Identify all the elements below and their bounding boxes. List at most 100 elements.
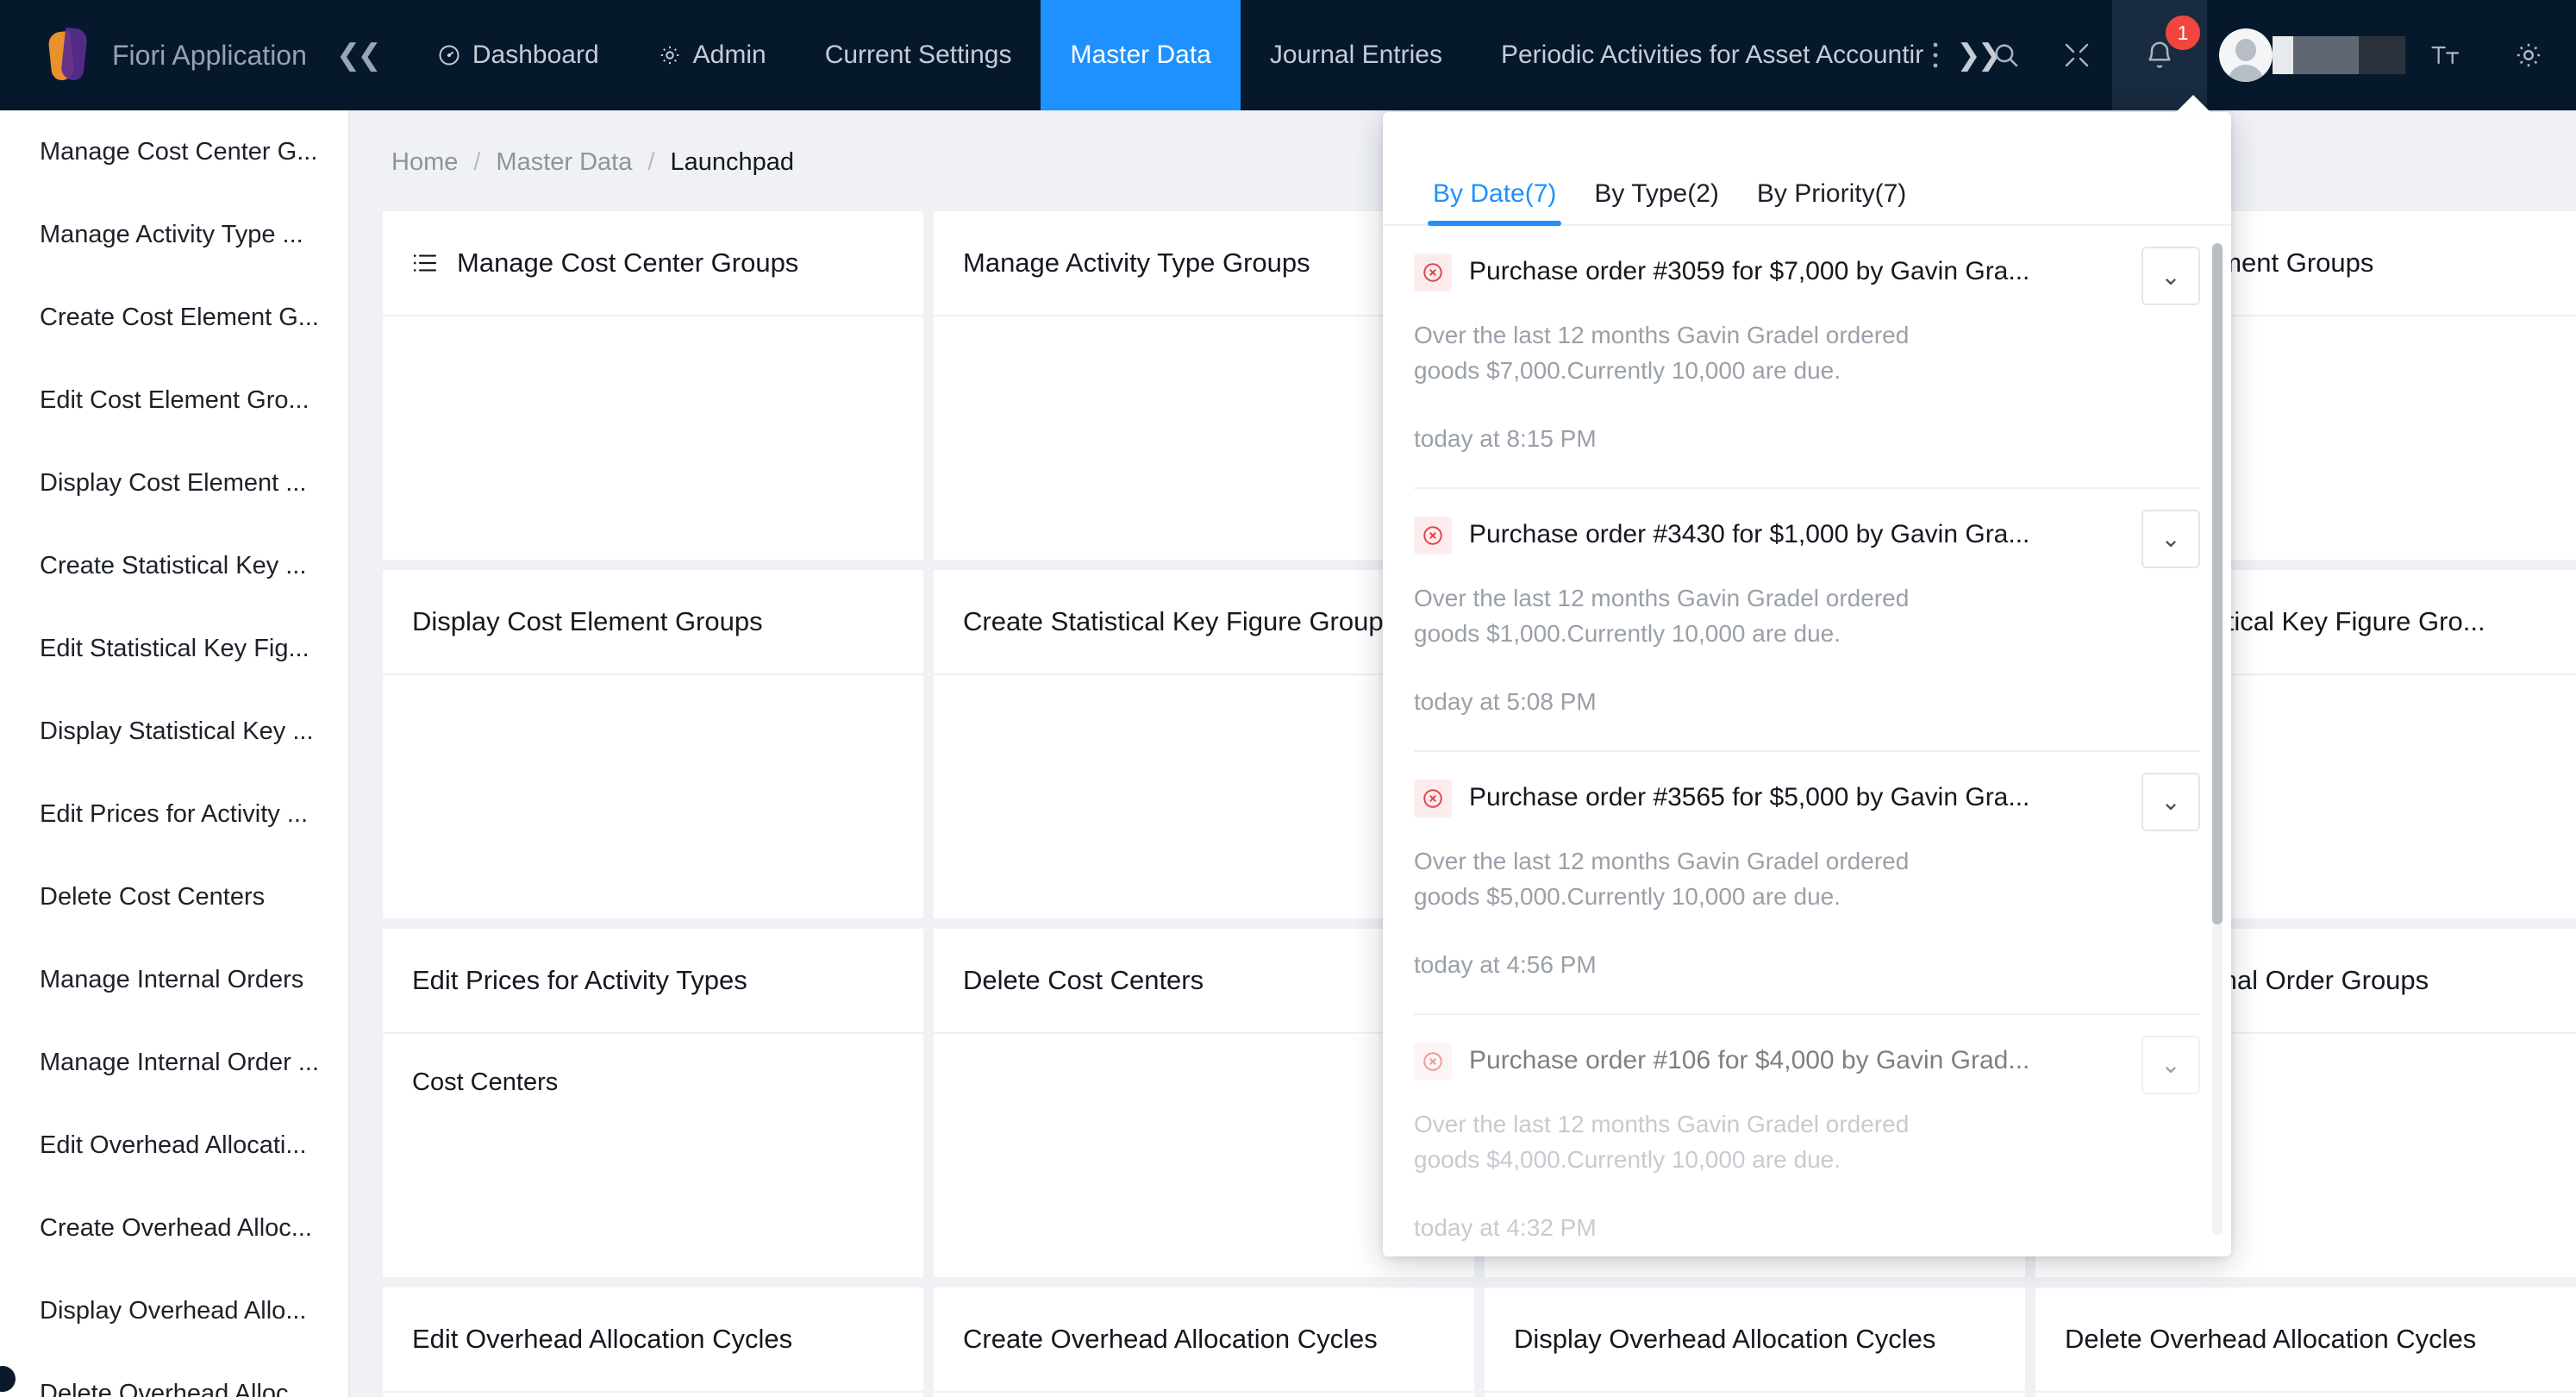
- sidebar-item-5[interactable]: Create Statistical Key ...: [0, 524, 348, 607]
- notification-item[interactable]: Purchase order #3430 for $1,000 by Gavin…: [1414, 489, 2200, 752]
- notification-item[interactable]: Purchase order #3565 for $5,000 by Gavin…: [1414, 752, 2200, 1015]
- nav-item-label: Periodic Activities for Asset Accountir: [1500, 41, 1924, 69]
- notifications-popover: By Date(7) By Type(2) By Priority(7) Pur…: [1383, 112, 2231, 1256]
- tile-display-overhead-allocation-cycles[interactable]: Display Overhead Allocation Cycles: [1485, 1287, 2025, 1397]
- tile-create-overhead-allocation-cycles[interactable]: Create Overhead Allocation Cycles: [934, 1287, 1474, 1397]
- tab-by-priority[interactable]: By Priority(7): [1738, 179, 1925, 224]
- breadcrumb-separator: /: [473, 148, 481, 176]
- tile-title: Manage Activity Type Groups: [963, 247, 1310, 278]
- tile-title: Edit Prices for Activity Types: [412, 965, 747, 995]
- chevron-down-icon[interactable]: ⌄: [2141, 1035, 2200, 1094]
- nav-item-master-data[interactable]: Master Data: [1041, 0, 1241, 110]
- tile-title: Edit Overhead Allocation Cycles: [412, 1324, 793, 1354]
- tab-by-date[interactable]: By Date(7): [1414, 179, 1575, 226]
- notification-title: Purchase order #3430 for $1,000 by Gavin…: [1469, 519, 2030, 548]
- nav-item-admin[interactable]: Admin: [628, 0, 796, 110]
- notification-title: Purchase order #3059 for $7,000 by Gavin…: [1469, 257, 2030, 285]
- tile-display-cost-element-groups[interactable]: Display Cost Element Groups: [383, 570, 923, 918]
- tile-title: Delete Cost Centers: [963, 965, 1204, 995]
- sidebar-item-12[interactable]: Edit Overhead Allocati...: [0, 1104, 348, 1187]
- breadcrumb-item-launchpad: Launchpad: [670, 148, 794, 176]
- notification-count-badge: 1: [2166, 16, 2200, 50]
- error-circle-x-icon: [1414, 516, 1452, 554]
- nav-item-periodic-activities[interactable]: Periodic Activities for Asset Accountir: [1472, 0, 1953, 110]
- tile-header: Create Overhead Allocation Cycles: [934, 1287, 1474, 1393]
- chevron-down-icon[interactable]: ⌄: [2141, 509, 2200, 568]
- tile-body: [383, 675, 923, 918]
- error-circle-x-icon: [1414, 779, 1452, 818]
- sidebar-item-2[interactable]: Create Cost Element G...: [0, 276, 348, 359]
- notification-header: Purchase order #3430 for $1,000 by Gavin…: [1414, 509, 2200, 568]
- gear-icon: [658, 43, 682, 67]
- popover-scrollbar-thumb[interactable]: [2212, 243, 2223, 924]
- nav-item-label: Journal Entries: [1269, 41, 1442, 69]
- sidebar-item-11[interactable]: Manage Internal Order ...: [0, 1021, 348, 1104]
- sidebar-item-4[interactable]: Display Cost Element ...: [0, 442, 348, 524]
- top-right-actions: 1: [1900, 0, 2576, 110]
- notification-title: Purchase order #3565 for $5,000 by Gavin…: [1469, 782, 2030, 811]
- sidebar-item-14[interactable]: Display Overhead Allo...: [0, 1269, 348, 1352]
- sidebar-item-0[interactable]: Manage Cost Center G...: [0, 110, 348, 193]
- notification-header: Purchase order #3059 for $7,000 by Gavin…: [1414, 247, 2200, 305]
- tile-header: Display Cost Element Groups: [383, 570, 923, 675]
- redacted-username-block: [2359, 36, 2405, 74]
- main-nav: Dashboard Admin Current Settings Master …: [408, 0, 2002, 110]
- tab-by-type[interactable]: By Type(2): [1575, 179, 1738, 224]
- chevron-down-icon[interactable]: ⌄: [2141, 772, 2200, 831]
- sidebar-item-7[interactable]: Display Statistical Key ...: [0, 690, 348, 773]
- notification-item[interactable]: Purchase order #3059 for $7,000 by Gavin…: [1414, 226, 2200, 489]
- brand-area[interactable]: Fiori Application: [0, 0, 307, 110]
- sidebar-item-8[interactable]: Edit Prices for Activity ...: [0, 773, 348, 855]
- notification-timestamp: today at 4:32 PM: [1414, 1213, 1597, 1241]
- popover-arrow: [2174, 95, 2212, 114]
- notification-timestamp: today at 5:08 PM: [1414, 687, 1597, 715]
- breadcrumb-item-home[interactable]: Home: [391, 148, 458, 177]
- nav-item-label: Admin: [692, 41, 766, 69]
- nav-item-label: Dashboard: [472, 41, 599, 69]
- notification-item[interactable]: Purchase order #106 for $4,000 by Gavin …: [1414, 1015, 2200, 1256]
- sidebar[interactable]: Manage Cost Center G... Manage Activity …: [0, 110, 348, 1397]
- sidebar-item-9[interactable]: Delete Cost Centers: [0, 855, 348, 938]
- error-circle-x-icon: [1414, 1042, 1452, 1081]
- user-profile-button[interactable]: [2207, 0, 2410, 110]
- sidebar-item-1[interactable]: Manage Activity Type ...: [0, 193, 348, 276]
- collapse-sidebar-icon[interactable]: ❮❮: [307, 0, 408, 110]
- search-icon[interactable]: [1971, 0, 2041, 110]
- more-options-icon[interactable]: [1900, 0, 1971, 110]
- settings-gear-icon[interactable]: [2481, 0, 2576, 110]
- app-logo-icon: [47, 27, 91, 82]
- nav-item-label: Master Data: [1070, 41, 1211, 69]
- notification-header: Purchase order #106 for $4,000 by Gavin …: [1414, 1035, 2200, 1094]
- tile-body: [1485, 1393, 2025, 1397]
- notification-body: Over the last 12 months Gavin Gradel ord…: [1414, 322, 1910, 385]
- text-size-icon[interactable]: [2410, 0, 2481, 110]
- notification-title: Purchase order #106 for $4,000 by Gavin …: [1469, 1045, 2030, 1074]
- tile-header: Edit Prices for Activity Types: [383, 929, 923, 1034]
- breadcrumb-item-master-data[interactable]: Master Data: [496, 148, 632, 177]
- notification-body: Over the last 12 months Gavin Gradel ord…: [1414, 1110, 1910, 1174]
- sidebar-item-13[interactable]: Create Overhead Alloc...: [0, 1187, 348, 1269]
- tile-title: Display Cost Element Groups: [412, 606, 763, 636]
- tile-delete-overhead-allocation-cycles[interactable]: Delete Overhead Allocation Cycles: [2035, 1287, 2576, 1397]
- tile-manage-cost-center-groups[interactable]: Manage Cost Center Groups: [383, 211, 923, 560]
- tile-edit-overhead-allocation-cycles[interactable]: Edit Overhead Allocation Cycles: [383, 1287, 923, 1397]
- tile-edit-prices-for-activity-types[interactable]: Edit Prices for Activity Types Cost Cent…: [383, 929, 923, 1277]
- notification-body: Over the last 12 months Gavin Gradel ord…: [1414, 847, 1910, 911]
- nav-item-journal-entries[interactable]: Journal Entries: [1241, 0, 1472, 110]
- notification-tabs: By Date(7) By Type(2) By Priority(7): [1383, 112, 2231, 226]
- tile-title: Create Overhead Allocation Cycles: [963, 1324, 1378, 1354]
- nav-item-current-settings[interactable]: Current Settings: [796, 0, 1041, 110]
- chevron-down-icon[interactable]: ⌄: [2141, 247, 2200, 305]
- sidebar-item-6[interactable]: Edit Statistical Key Fig...: [0, 607, 348, 690]
- sidebar-item-15[interactable]: Delete Overhead Alloc...: [0, 1352, 348, 1397]
- tile-subitem-cost-centers[interactable]: Cost Centers: [412, 1068, 894, 1097]
- nav-item-dashboard[interactable]: Dashboard: [408, 0, 628, 110]
- popover-scrollbar-track[interactable]: [2212, 243, 2223, 1235]
- tile-body: [383, 1393, 923, 1397]
- notification-header: Purchase order #3565 for $5,000 by Gavin…: [1414, 772, 2200, 831]
- fullscreen-toggle-icon[interactable]: [2041, 0, 2112, 110]
- tile-header: Delete Overhead Allocation Cycles: [2035, 1287, 2576, 1393]
- sidebar-item-10[interactable]: Manage Internal Orders: [0, 938, 348, 1021]
- sidebar-item-3[interactable]: Edit Cost Element Gro...: [0, 359, 348, 442]
- notifications-bell-button[interactable]: 1: [2112, 0, 2207, 110]
